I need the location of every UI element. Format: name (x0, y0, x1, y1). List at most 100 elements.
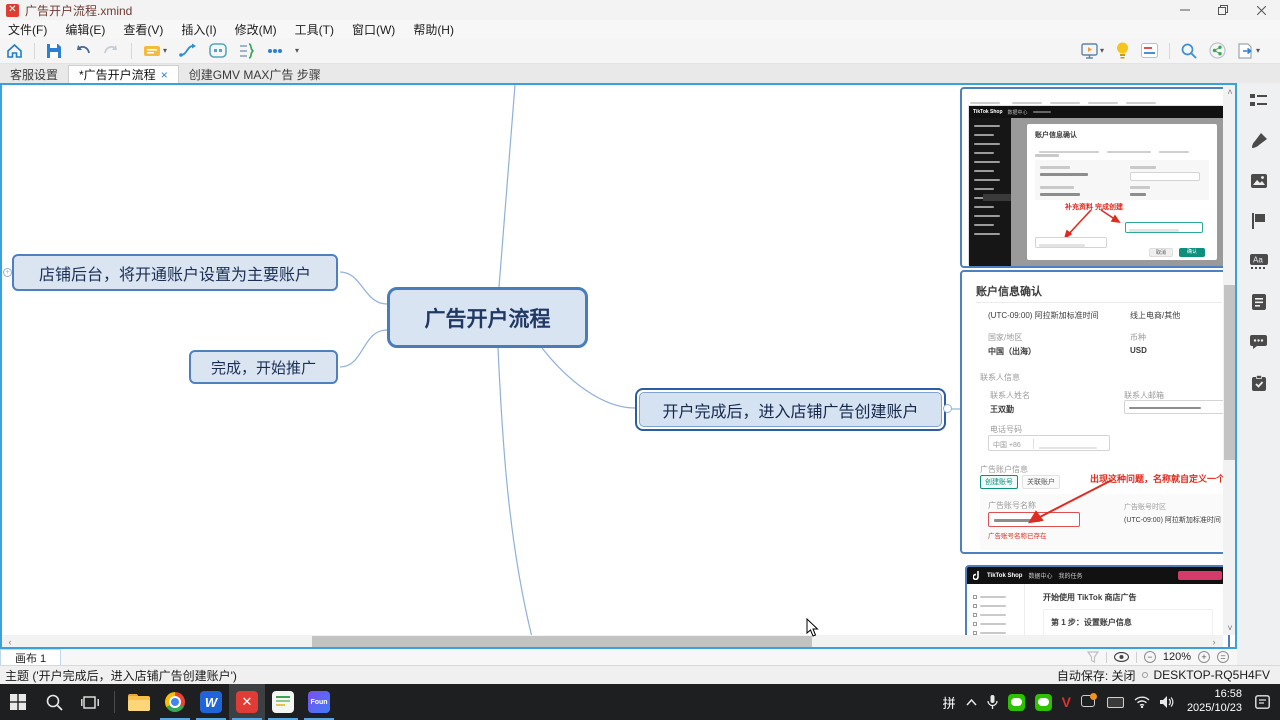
network-tray-button[interactable] (1129, 684, 1155, 720)
search-button[interactable] (1175, 40, 1203, 62)
text-bar (1130, 186, 1150, 189)
topic-shop-backend[interactable]: 店铺后台，将开通账户设置为主要账户 (12, 254, 338, 291)
home-icon (6, 43, 23, 59)
vertical-scrollbar[interactable]: ˄ ˅ (1223, 85, 1237, 635)
chrome-button[interactable] (157, 684, 193, 720)
flag-icon (1251, 213, 1266, 229)
vertical-scroll-thumb[interactable] (1224, 285, 1236, 460)
image-panel-button[interactable] (1251, 174, 1267, 188)
scroll-right-arrow[interactable]: › (1208, 635, 1220, 649)
horizontal-scroll-thumb[interactable] (312, 636, 812, 648)
v-app-icon: V (1062, 694, 1071, 710)
tips-button[interactable] (1110, 40, 1135, 62)
chevron-down-icon: ▾ (295, 46, 299, 55)
horizontal-scrollbar[interactable]: ‹ › (2, 635, 1223, 649)
paintbrush-icon (1251, 133, 1267, 149)
taskbar-search-button[interactable] (36, 684, 72, 720)
close-button[interactable] (1242, 0, 1280, 20)
menu-view[interactable]: 查看(V) (123, 21, 163, 38)
style-panel-button[interactable] (1251, 133, 1267, 149)
xmind-taskbar-button[interactable]: ✕ (229, 684, 265, 720)
attached-screenshot-account-confirm-modal[interactable]: TikTok Shop 数据中心 账户信息确认 (960, 87, 1228, 268)
sheet-tab-canvas1[interactable]: 画布 1 (0, 649, 61, 665)
separator (1136, 652, 1137, 663)
clock[interactable]: 16:58 2025/10/23 (1179, 684, 1250, 720)
eye-icon[interactable] (1114, 652, 1129, 662)
menu-insert[interactable]: 插入(I) (181, 21, 216, 38)
nav-item: 数据中心 (1028, 571, 1052, 580)
menu-modify[interactable]: 修改(M) (235, 21, 277, 38)
zoom-out-button[interactable]: − (1144, 651, 1156, 663)
zoom-level[interactable]: 120% (1163, 651, 1191, 663)
structure-panel-button[interactable] (1250, 93, 1267, 108)
share-button[interactable] (1203, 40, 1232, 62)
wps-button[interactable]: W (193, 684, 229, 720)
lightbulb-icon (1116, 42, 1129, 59)
share-icon (1209, 42, 1226, 59)
tab-ad-account-flow[interactable]: *广告开户流程 × (68, 65, 179, 83)
text-editor-button[interactable] (265, 684, 301, 720)
menu-window[interactable]: 窗口(W) (352, 21, 395, 38)
notes-toolbar-button[interactable] (1135, 40, 1164, 62)
zoom-in-button[interactable]: + (1198, 651, 1210, 663)
wechat-tray-button-2[interactable] (1030, 684, 1057, 720)
summary-button[interactable] (233, 40, 261, 62)
v-app-tray-button[interactable]: V (1057, 684, 1076, 720)
collapse-handle[interactable]: + (3, 268, 12, 277)
task-panel-button[interactable] (1252, 375, 1266, 391)
attached-screenshot-account-confirm-zoom[interactable]: 账户信息确认 (UTC-09:00) 阿拉斯加标准时间 线上电商/其他 国家/地… (960, 270, 1236, 554)
menu-tools[interactable]: 工具(T) (295, 21, 334, 38)
file-explorer-button[interactable] (121, 684, 157, 720)
scroll-down-arrow[interactable]: ˅ (1223, 621, 1237, 635)
comments-panel-button[interactable] (1250, 335, 1267, 350)
mindmap-canvas[interactable]: + 店铺后台，将开通账户设置为主要账户 完成，开始推广 广告开户流程 开户完成后… (0, 83, 1237, 649)
action-center-button[interactable] (1250, 684, 1280, 720)
save-button[interactable] (40, 40, 68, 62)
sticker-panel-button[interactable]: Aa (1250, 254, 1268, 269)
tab-gmv-max[interactable]: 创建GMV MAX广告 步骤 (179, 65, 331, 83)
export-button[interactable]: ▾ (1232, 40, 1266, 62)
confirm-button: 确认 (1179, 248, 1205, 257)
display-device-tray-button[interactable] (1102, 684, 1129, 720)
search-icon (46, 694, 63, 711)
menu-file[interactable]: 文件(F) (8, 21, 47, 38)
more-tools-button[interactable] (261, 40, 289, 62)
presentation-button[interactable]: ▾ (1075, 40, 1110, 62)
scroll-up-arrow[interactable]: ˄ (1223, 85, 1237, 99)
menu-edit[interactable]: 编辑(E) (65, 21, 105, 38)
collapse-handle[interactable] (943, 404, 952, 413)
hidden-icons-button[interactable] (961, 684, 982, 720)
more-dropdown-button[interactable]: ▾ (289, 40, 305, 62)
filter-icon[interactable] (1087, 651, 1099, 663)
undo-button[interactable] (68, 40, 97, 62)
volume-tray-button[interactable] (1155, 684, 1179, 720)
wechat-tray-button[interactable] (1003, 684, 1030, 720)
tab-close-icon[interactable]: × (161, 68, 168, 82)
home-button[interactable] (0, 40, 29, 62)
task-view-button[interactable] (72, 684, 108, 720)
terms-text: 点击此处即表示您接受 TikTok Commercial Terms of Se… (992, 552, 1232, 554)
topic-shape-button[interactable]: ▾ (137, 40, 173, 62)
topic-open-account-done[interactable]: 开户完成后，进入店铺广告创建账户 (635, 388, 946, 431)
start-button[interactable] (0, 684, 36, 720)
redo-button[interactable] (97, 40, 126, 62)
notes-panel-button[interactable] (1252, 294, 1266, 310)
minimize-button[interactable] (1166, 0, 1204, 20)
restore-button[interactable] (1204, 0, 1242, 20)
relationship-button[interactable] (173, 40, 203, 62)
central-topic[interactable]: 广告开户流程 (387, 287, 588, 348)
marker-panel-button[interactable] (1251, 213, 1266, 229)
menu-help[interactable]: 帮助(H) (413, 21, 454, 38)
notification-dot-app-button[interactable] (1076, 684, 1102, 720)
wifi-icon (1134, 696, 1150, 708)
fit-map-button[interactable]: = (1217, 651, 1229, 663)
topic-finish-promote[interactable]: 完成，开始推广 (189, 350, 338, 384)
ime-indicator[interactable]: 拼 (938, 684, 961, 720)
tab-customer-service[interactable]: 客服设置 (0, 65, 68, 83)
microphone-tray-button[interactable] (982, 684, 1003, 720)
summary-icon (239, 43, 255, 59)
country-label: 国家/地区 (988, 332, 1022, 343)
scroll-left-arrow[interactable]: ‹ (4, 635, 16, 649)
boundary-button[interactable] (203, 40, 233, 62)
founder-app-button[interactable]: Foun (301, 684, 337, 720)
